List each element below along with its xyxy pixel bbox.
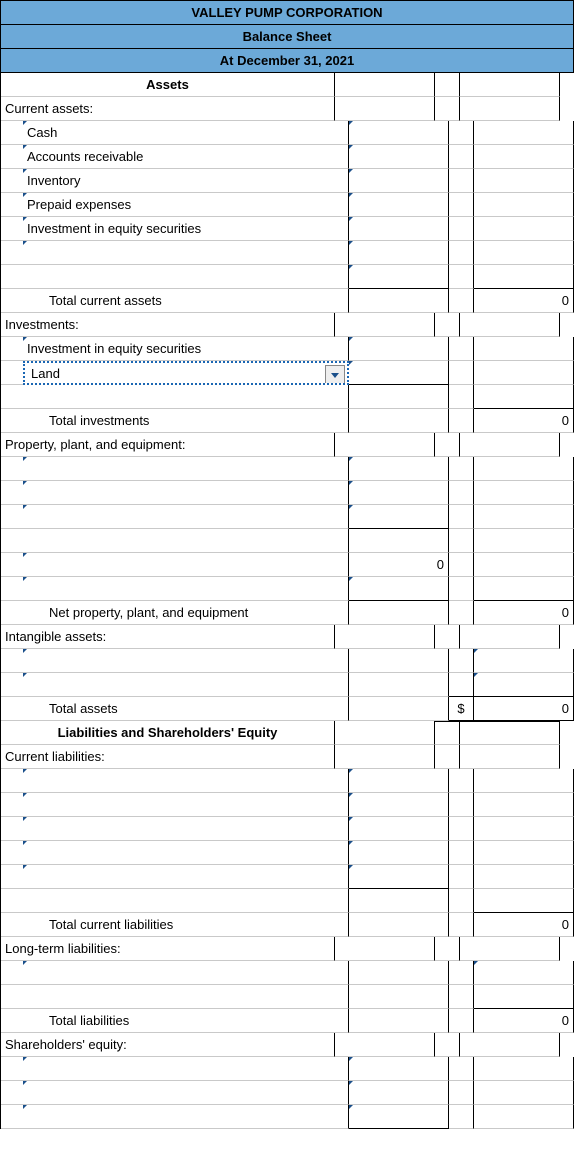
amt-lt-1[interactable]: [474, 961, 574, 985]
amt-ppe-2[interactable]: [349, 481, 449, 505]
label-cash[interactable]: Cash: [23, 121, 349, 145]
label-inventory[interactable]: Inventory: [23, 169, 349, 193]
amt-inv-eq-sec-1[interactable]: [349, 217, 449, 241]
label-prepaid[interactable]: Prepaid expenses: [23, 193, 349, 217]
section-liab-eq: Liabilities and Shareholders' Equity: [1, 721, 335, 745]
chevron-down-icon[interactable]: [325, 365, 345, 385]
label-cl-4[interactable]: [23, 841, 349, 865]
amt-ppe-sub: 0: [349, 553, 449, 577]
label-intangible: Intangible assets:: [1, 625, 335, 649]
label-ppe-3[interactable]: [23, 505, 349, 529]
balance-sheet: VALLEY PUMP CORPORATION Balance Sheet At…: [0, 0, 574, 1129]
amt-cash[interactable]: [349, 121, 449, 145]
amt-net-ppe: 0: [474, 601, 574, 625]
amt-se-2[interactable]: [349, 1081, 449, 1105]
label-lt-liab: Long-term liabilities:: [1, 937, 335, 961]
label-ppe: Property, plant, and equipment:: [1, 433, 335, 457]
amt-cl-3[interactable]: [349, 817, 449, 841]
amt-ppe-1[interactable]: [349, 457, 449, 481]
amt-inventory[interactable]: [349, 169, 449, 193]
amt-ppe-3[interactable]: [349, 505, 449, 529]
label-investments: Investments:: [1, 313, 335, 337]
section-assets: Assets: [1, 73, 335, 97]
amt-total-liab: 0: [474, 1009, 574, 1033]
label-total-assets: Total assets: [45, 697, 349, 721]
label-cl-5[interactable]: [23, 865, 349, 889]
amt-cl-2[interactable]: [349, 793, 449, 817]
dollar-sign: $: [449, 697, 474, 721]
amt-ar[interactable]: [349, 145, 449, 169]
amt-prepaid[interactable]: [349, 193, 449, 217]
label-inv-eq-sec-1[interactable]: Investment in equity securities: [23, 217, 349, 241]
label-cl-2[interactable]: [23, 793, 349, 817]
amt-cl-1[interactable]: [349, 769, 449, 793]
sheet-title: Balance Sheet: [1, 25, 574, 49]
label-ppe-1[interactable]: [23, 457, 349, 481]
amt-int-2[interactable]: [474, 673, 574, 697]
amt-total-current-liab: 0: [474, 913, 574, 937]
amt-se-1[interactable]: [349, 1057, 449, 1081]
dropdown-land[interactable]: Land: [23, 361, 349, 385]
label-current-assets: Current assets:: [1, 97, 335, 121]
label-ppe-4[interactable]: [23, 553, 349, 577]
sheet-date: At December 31, 2021: [1, 49, 574, 73]
label-se-2[interactable]: [23, 1081, 349, 1105]
label-int-1[interactable]: [23, 649, 349, 673]
label-net-ppe: Net property, plant, and equipment: [45, 601, 349, 625]
label-se-3[interactable]: [23, 1105, 349, 1129]
label-int-2[interactable]: [23, 673, 349, 697]
label-ppe-2[interactable]: [23, 481, 349, 505]
label-ar[interactable]: Accounts receivable: [23, 145, 349, 169]
label-ppe-5[interactable]: [23, 577, 349, 601]
amt-se-3[interactable]: [349, 1105, 449, 1129]
label-inv-eq-sec-2[interactable]: Investment in equity securities: [23, 337, 349, 361]
amt-total-investments: 0: [474, 409, 574, 433]
label-total-current-assets: Total current assets: [45, 289, 349, 313]
label-lt-1[interactable]: [23, 961, 349, 985]
amt-ppe-5[interactable]: [349, 577, 449, 601]
amt-inv-eq-sec-2[interactable]: [349, 337, 449, 361]
label-sh-equity: Shareholders' equity:: [1, 1033, 335, 1057]
amt-total-assets: 0: [474, 697, 574, 721]
amt-blank-2[interactable]: [349, 265, 449, 289]
amt-cl-4[interactable]: [349, 841, 449, 865]
label-cl-1[interactable]: [23, 769, 349, 793]
amt-cl-5[interactable]: [349, 865, 449, 889]
amt-int-1[interactable]: [474, 649, 574, 673]
amt-land[interactable]: [349, 361, 449, 385]
label-total-current-liab: Total current liabilities: [45, 913, 349, 937]
company-name: VALLEY PUMP CORPORATION: [1, 1, 574, 25]
label-total-investments: Total investments: [45, 409, 349, 433]
label-total-liab: Total liabilities: [45, 1009, 349, 1033]
amt-blank-1[interactable]: [349, 241, 449, 265]
label-cl-3[interactable]: [23, 817, 349, 841]
amt-total-current-assets: 0: [474, 289, 574, 313]
label-current-liab: Current liabilities:: [1, 745, 335, 769]
label-se-1[interactable]: [23, 1057, 349, 1081]
label-blank-1[interactable]: [23, 241, 349, 265]
